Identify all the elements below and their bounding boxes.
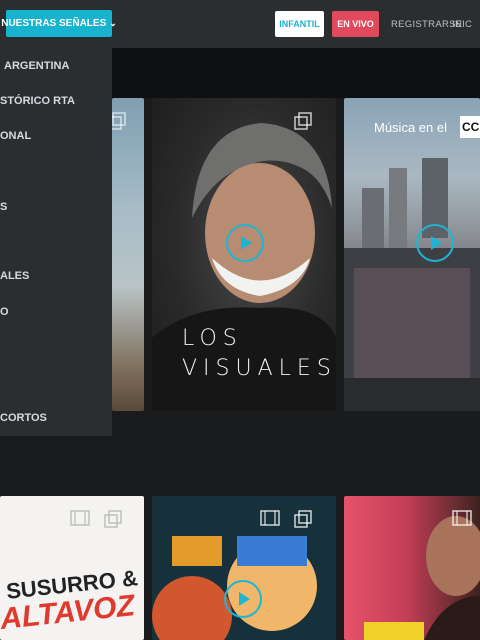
content-card-landscape[interactable] [112,98,144,411]
chevron-down-icon: ⌄ [109,18,117,28]
city-illustration [344,158,480,411]
menu-item-signal-s[interactable]: S [0,200,7,214]
our-signals-button[interactable]: NUESTRAS SEÑALES ⌄ [1,10,117,37]
our-signals-label: NUESTRAS SEÑALES [1,18,107,29]
play-icon[interactable] [416,224,454,262]
card-logo-text: LOS VISUALES [182,324,336,384]
film-icon [452,510,472,526]
content-card-susurro[interactable]: SUSURRO & ALTAVOZ [0,496,144,640]
cc-badge: CC [460,116,480,138]
multi-episode-icon [112,112,126,130]
multi-episode-icon [294,112,312,130]
content-card-musica[interactable]: Música en el CC [344,98,480,411]
multi-episode-icon [104,510,122,528]
logo-line-2: VISUALES [182,356,336,381]
menu-item-argentina[interactable]: ARGENTINA [4,59,69,73]
live-button[interactable]: EN VIVO [332,11,379,37]
infantil-button[interactable]: INFANTIL [275,11,324,37]
home-link[interactable]: INIC [452,11,472,37]
content-card-zamba[interactable] [152,496,336,640]
menu-item-visuales[interactable]: ALES [0,269,29,283]
play-icon[interactable] [224,580,262,618]
content-card-music-artist[interactable] [344,496,480,640]
film-icon [260,510,280,526]
top-navigation-bar: NUESTRAS SEÑALES ⌄ INFANTIL EN VIVO REGI… [0,0,480,48]
menu-item-cortos[interactable]: CORTOS [0,411,47,425]
play-icon[interactable] [226,224,264,262]
film-icon [70,510,90,526]
menu-item-historico-rta[interactable]: STÓRICO RTA [0,94,75,108]
signals-dropdown-menu: ARGENTINA STÓRICO RTA ONAL S ALES O CORT… [0,48,112,436]
card-title: Música en el [374,120,447,135]
content-card-los-visuales[interactable]: LOS VISUALES [152,98,336,411]
menu-item-signal-o[interactable]: O [0,305,9,319]
featured-banner [112,48,480,98]
menu-item-nacional[interactable]: ONAL [0,129,31,143]
multi-episode-icon [294,510,312,528]
logo-line-1: LOS [182,326,243,351]
